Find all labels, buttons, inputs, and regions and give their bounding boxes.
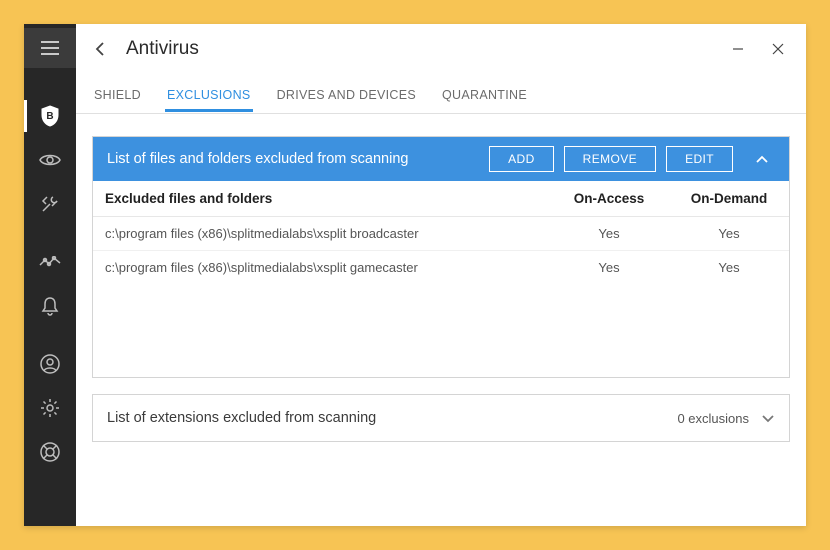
remove-button[interactable]: REMOVE [564,146,656,172]
gear-icon [40,398,60,418]
table-row[interactable]: c:\program files (x86)\splitmedialabs\xs… [93,251,789,285]
shield-icon: B [40,105,60,127]
excluded-files-body: Excluded files and folders On-Access On-… [93,181,789,377]
cell-path: c:\program files (x86)\splitmedialabs\xs… [93,217,549,251]
window-controls [718,29,798,69]
sidebar-item-support[interactable] [24,430,76,474]
eye-icon [39,153,61,167]
col-on-access: On-Access [549,181,669,217]
titlebar: Antivirus [76,24,806,74]
cell-path: c:\program files (x86)\splitmedialabs\xs… [93,251,549,285]
tab-drives[interactable]: DRIVES AND DEVICES [275,76,418,112]
back-button[interactable] [80,29,120,69]
excluded-files-panel: List of files and folders excluded from … [92,136,790,378]
cell-on-demand: Yes [669,251,789,285]
sidebar-item-notifications[interactable] [24,284,76,328]
close-icon [772,43,784,55]
svg-text:B: B [46,111,53,122]
cell-on-access: Yes [549,251,669,285]
chevron-down-icon [761,414,775,423]
sidebar-item-privacy[interactable] [24,138,76,182]
excluded-files-title: List of files and folders excluded from … [107,151,408,167]
menu-toggle-button[interactable] [24,28,76,68]
chevron-left-icon [95,41,105,57]
lifebuoy-icon [40,442,60,462]
cell-on-access: Yes [549,217,669,251]
sidebar-item-protection[interactable]: B [24,94,76,138]
sidebar-item-tools[interactable] [24,182,76,226]
excluded-files-header: List of files and folders excluded from … [93,137,789,181]
col-on-demand: On-Demand [669,181,789,217]
expand-extensions-button[interactable] [761,414,775,423]
tab-exclusions[interactable]: EXCLUSIONS [165,76,253,112]
close-button[interactable] [758,29,798,69]
cell-on-demand: Yes [669,217,789,251]
tab-quarantine[interactable]: QUARANTINE [440,76,529,112]
hamburger-icon [41,41,59,55]
minimize-button[interactable] [718,29,758,69]
collapse-files-button[interactable] [749,146,775,172]
activity-icon [39,256,61,268]
sidebar-item-account[interactable] [24,342,76,386]
chevron-up-icon [755,155,769,164]
sidebar-item-settings[interactable] [24,386,76,430]
page-title: Antivirus [126,38,199,60]
user-icon [40,354,60,374]
main-area: Antivirus SHIELD EXCLUSIONS DRIVES AND D… [76,24,806,526]
bell-icon [41,296,59,316]
exclusions-count: 0 exclusions [677,411,749,426]
minimize-icon [732,43,744,55]
edit-button[interactable]: EDIT [666,146,733,172]
content: List of files and folders excluded from … [76,114,806,526]
add-button[interactable]: ADD [489,146,554,172]
table-row[interactable]: c:\program files (x86)\splitmedialabs\xs… [93,217,789,251]
sidebar: B [24,24,76,526]
excluded-extensions-panel: List of extensions excluded from scannin… [92,394,790,442]
excluded-files-table: Excluded files and folders On-Access On-… [93,181,789,284]
tools-icon [40,194,60,214]
tab-shield[interactable]: SHIELD [92,76,143,112]
sidebar-item-activity[interactable] [24,240,76,284]
app-window: B Antivirus [24,24,806,526]
tab-bar: SHIELD EXCLUSIONS DRIVES AND DEVICES QUA… [76,74,806,114]
col-path: Excluded files and folders [93,181,549,217]
excluded-extensions-title: List of extensions excluded from scannin… [107,410,376,426]
